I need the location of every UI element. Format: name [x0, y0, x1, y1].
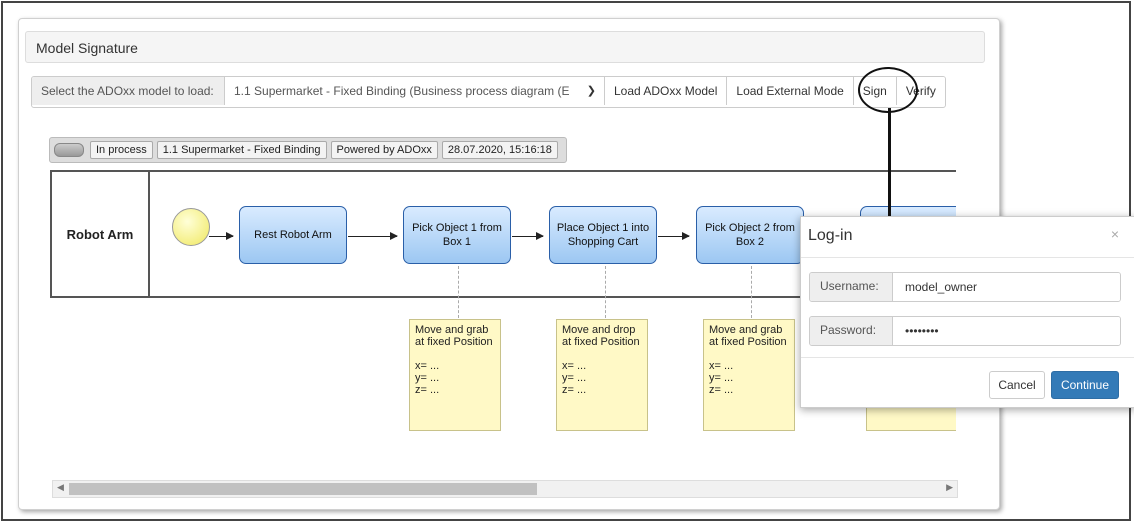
password-field: Password: — [809, 316, 1121, 346]
task-place-object-1[interactable]: Place Object 1 into Shopping Cart — [549, 206, 657, 264]
sign-button[interactable]: Sign — [853, 77, 897, 105]
status-badge: In process — [90, 141, 153, 159]
annotation-note: Move and grab at fixed Position x= ... y… — [703, 319, 795, 431]
model-name-badge: 1.1 Supermarket - Fixed Binding — [156, 141, 327, 159]
scroll-left-icon[interactable]: ◀ — [57, 482, 64, 493]
association-line — [458, 266, 459, 318]
divider — [801, 357, 1134, 358]
timestamp-badge: 28.07.2020, 15:16:18 — [441, 141, 558, 159]
login-dialog: Log-in × Username: Password: Cancel Cont… — [800, 216, 1134, 408]
task-pick-object-2[interactable]: Pick Object 2 from Box 2 — [696, 206, 804, 264]
password-label: Password: — [810, 317, 893, 345]
panel-title: Model Signature — [36, 40, 138, 56]
panel-header: Model Signature — [25, 31, 985, 63]
continue-button[interactable]: Continue — [1051, 371, 1119, 399]
annotation-note: Move and grab at fixed Position x= ... y… — [409, 319, 501, 431]
select-model-label: Select the ADOxx model to load: — [32, 77, 225, 105]
username-input[interactable] — [893, 273, 1120, 301]
flow-arrow — [209, 232, 234, 240]
chevron-down-icon: ❯ — [586, 85, 596, 97]
model-status-bar: In process 1.1 Supermarket - Fixed Bindi… — [49, 137, 567, 163]
load-external-model-button[interactable]: Load External Mode — [727, 77, 854, 105]
model-select[interactable]: 1.1 Supermarket - Fixed Binding (Busines… — [225, 77, 605, 105]
association-line — [605, 266, 606, 318]
scroll-right-icon[interactable]: ▶ — [946, 482, 953, 493]
powered-by-badge: Powered by ADOxx — [330, 141, 438, 159]
flow-arrow — [512, 232, 544, 240]
username-field: Username: — [809, 272, 1121, 302]
flow-arrow — [658, 232, 690, 240]
divider — [801, 257, 1134, 258]
lane-label: Robot Arm — [52, 172, 150, 296]
task-pick-object-1[interactable]: Pick Object 1 from Box 1 — [403, 206, 511, 264]
load-adoxx-model-button[interactable]: Load ADOxx Model — [605, 77, 728, 105]
model-select-value: 1.1 Supermarket - Fixed Binding (Busines… — [234, 84, 570, 98]
task-rest-robot-arm[interactable]: Rest Robot Arm — [239, 206, 347, 264]
flow-arrow — [348, 232, 398, 240]
verify-button[interactable]: Verify — [896, 77, 945, 105]
association-line — [751, 266, 752, 318]
status-toggle[interactable] — [54, 143, 84, 157]
login-title: Log-in — [808, 227, 853, 244]
username-label: Username: — [810, 273, 893, 301]
password-input[interactable] — [893, 317, 1120, 345]
close-icon[interactable]: × — [1111, 226, 1119, 242]
model-toolbar: Select the ADOxx model to load: 1.1 Supe… — [31, 76, 946, 108]
start-event[interactable] — [172, 208, 210, 246]
scroll-thumb[interactable] — [69, 483, 537, 495]
cancel-button[interactable]: Cancel — [989, 371, 1045, 399]
annotation-note: Move and drop at fixed Position x= ... y… — [556, 319, 648, 431]
callout-connector — [888, 108, 891, 218]
horizontal-scrollbar[interactable]: ◀ ▶ — [52, 480, 958, 498]
